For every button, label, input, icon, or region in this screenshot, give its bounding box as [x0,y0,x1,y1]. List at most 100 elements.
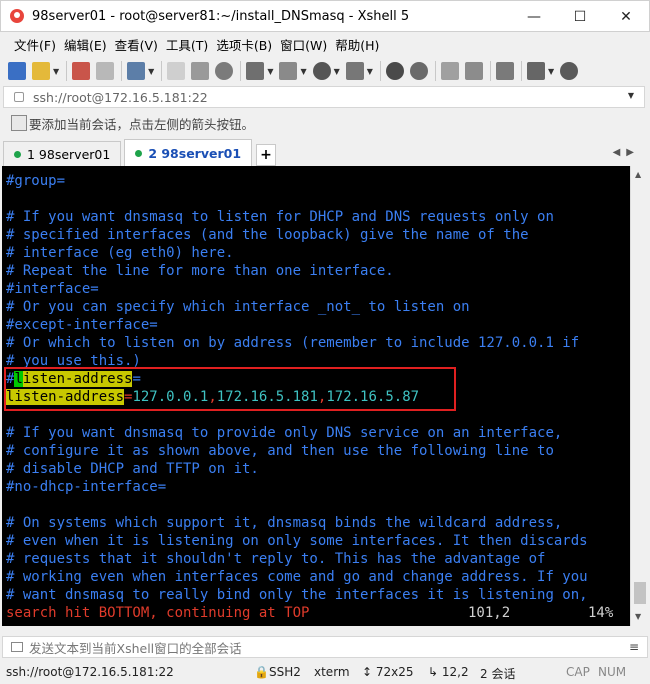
status-connection: ssh://root@172.16.5.181:22 [6,665,174,679]
tab-nav-arrows-icon[interactable]: ◀▶ [613,147,640,158]
compose-bar[interactable]: 发送文本到当前Xshell窗口的全部会话 ≡ [2,636,648,658]
transfer-icon[interactable] [279,62,298,80]
tab-session-2[interactable]: 2 98server01 [124,139,253,166]
menu-window[interactable]: 窗口(W) [280,35,327,54]
lock-icon: 🔒 [254,665,269,679]
window-title: 98server01 - root@server81:~/install_DNS… [32,8,410,24]
address-input[interactable]: ssh://root@172.16.5.181:22 [33,90,208,105]
scrollbar-thumb[interactable] [634,582,646,604]
lock-screen-icon[interactable] [464,62,483,80]
menu-help[interactable]: 帮助(H) [335,35,379,54]
font-icon[interactable] [345,62,364,80]
globe-dropdown-icon[interactable]: ▼ [334,67,340,76]
tab-session-1[interactable]: 1 98server01 [3,141,122,166]
menu-tools[interactable]: 工具(T) [166,35,208,54]
toolbar-separator [121,61,123,81]
terminal-line: # interface (eg eth0) here. [6,245,234,261]
address-dropdown-icon[interactable]: ▼ [628,91,634,100]
toolbar-separator [66,61,68,81]
session-hint-bar: 要添加当前会话，点击左侧的箭头按钮。 [3,110,645,136]
properties-icon[interactable] [127,62,146,80]
terminal-line: # Or which to listen on by address (reme… [6,335,580,351]
find-icon[interactable] [215,62,234,80]
xftp-icon[interactable] [385,62,404,80]
status-terminal-type: xterm [314,665,350,679]
terminal-line: # configure it as shown above, and then … [6,443,554,459]
toolbar-separator [379,61,381,81]
xshell-logo-icon [10,9,24,23]
title-bar: 98server01 - root@server81:~/install_DNS… [0,0,650,32]
status-caps-lock: CAP [566,665,590,679]
toolbar-separator [489,61,491,81]
connected-status-icon [14,150,21,158]
status-bar: ssh://root@172.16.5.181:22 🔒SSH2 xterm ↕… [0,660,650,684]
print-icon[interactable] [246,62,265,80]
status-sessions: 2 会话 [480,667,516,681]
terminal-screen[interactable]: #group= # If you want dnsmasq to listen … [2,166,630,626]
toolbar-separator [434,61,436,81]
maximize-button[interactable]: ☐ [557,1,603,33]
terminal-line: #group= [6,173,66,189]
terminal-line: # On systems which support it, dnsmasq b… [6,515,563,531]
open-folder-icon[interactable] [32,62,50,80]
terminal-line: # even when it is listening on only some… [6,533,588,549]
status-size: ↕ 72x25 [362,665,414,679]
session-hint-text: 要添加当前会话，点击左侧的箭头按钮。 [29,116,255,132]
scroll-up-arrow-icon[interactable]: ▲ [635,170,641,179]
red-highlight-box [4,367,456,411]
tab-bar: 1 98server01 2 98server01 + ◀▶ [0,139,650,166]
window-controls: — ☐ ✕ [511,1,649,33]
status-size-label: 72x25 [375,665,414,679]
cursor-icon: ↳ [428,665,442,679]
status-protocol: 🔒SSH2 [254,665,301,679]
menu-tabs[interactable]: 选项卡(B) [216,35,272,54]
properties-dropdown-icon[interactable]: ▼ [148,67,154,76]
terminal-line: # disable DHCP and TFTP on it. [6,461,259,477]
terminal-line: # want dnsmasq to really bind only the i… [6,587,588,603]
help-icon[interactable] [560,62,579,80]
terminal-line: # If you want dnsmasq to listen for DHCP… [6,209,554,225]
compose-icon [11,642,23,652]
terminal-line: # working even when interfaces come and … [6,569,588,585]
open-dropdown-icon[interactable]: ▼ [53,67,59,76]
add-session-arrow-icon[interactable] [11,115,27,131]
terminal-line: # If you want dnsmasq to provide only DN… [6,425,563,441]
print-dropdown-icon[interactable]: ▼ [267,67,273,76]
xmanager-icon[interactable] [409,62,428,80]
new-tab-button[interactable]: + [256,144,277,166]
font-dropdown-icon[interactable]: ▼ [367,67,373,76]
terminal-line: #interface= [6,281,99,297]
compose-input[interactable]: 发送文本到当前Xshell窗口的全部会话 [29,638,242,657]
vim-status-message: search hit BOTTOM, continuing at TOP [6,605,310,621]
menu-view[interactable]: 查看(V) [115,35,158,54]
paste-icon[interactable] [191,62,210,80]
terminal-line: # Repeat the line for more than one inte… [6,263,394,279]
reconnect-icon[interactable] [72,62,91,80]
status-protocol-label: SSH2 [268,665,301,679]
menu-file[interactable]: 文件(F) [14,35,56,54]
disconnect-icon[interactable] [96,62,115,80]
add-dropdown-icon[interactable]: ▼ [548,67,554,76]
terminal-scrollbar[interactable]: ▲ ▼ [630,166,648,626]
copy-icon[interactable] [167,62,186,80]
menu-edit[interactable]: 编辑(E) [64,35,107,54]
terminal-line: # requests that it shouldn't reply to. T… [6,551,546,567]
new-session-icon[interactable] [8,62,26,80]
add-icon[interactable] [526,62,545,80]
status-num-lock: NUM [598,665,627,679]
address-bar[interactable]: ssh://root@172.16.5.181:22 ▼ [3,86,645,108]
transfer-dropdown-icon[interactable]: ▼ [300,67,306,76]
minimize-button[interactable]: — [511,1,557,33]
vim-scroll-percent: 14% [588,605,614,621]
keyboard-icon[interactable] [495,62,514,80]
compose-menu-icon[interactable]: ≡ [629,640,639,654]
terminal-line: #no-dhcp-interface= [6,479,167,495]
terminal-line: # Or you can specify which interface _no… [6,299,470,315]
resize-icon: ↕ [362,665,376,679]
fullscreen-icon[interactable] [440,62,459,80]
globe-icon[interactable] [312,62,331,80]
toolbar-separator [161,61,163,81]
close-button[interactable]: ✕ [603,1,649,33]
scroll-down-arrow-icon[interactable]: ▼ [635,612,641,621]
lock-icon [14,92,24,102]
